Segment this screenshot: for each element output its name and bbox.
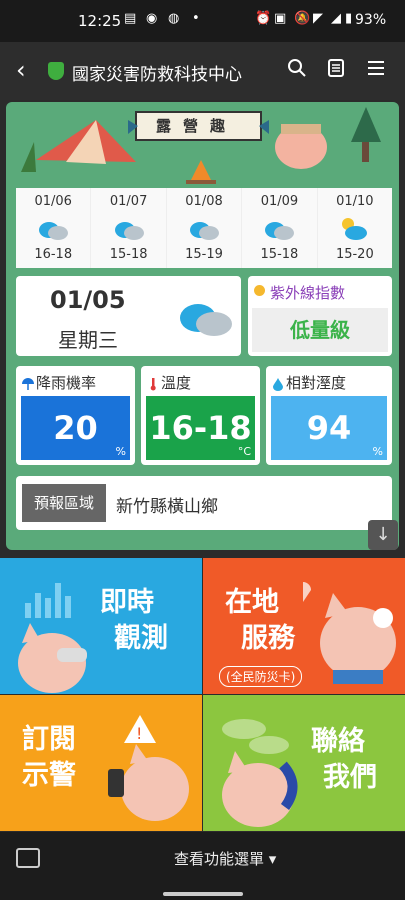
page-title: 國家災害防救科技中心 — [72, 65, 242, 85]
cloudy-icon — [91, 215, 165, 243]
status-time: 12:25 — [78, 12, 122, 30]
svg-text:!: ! — [136, 724, 142, 743]
mascot-headset-icon — [303, 582, 396, 684]
forecast-date: 01/08 — [185, 194, 223, 209]
weather-card: 露營趣 01/06 16-18 01/07 15-18 01/08 15-19 … — [6, 102, 399, 550]
temp-unit: °C — [237, 445, 251, 458]
rain-value-box: 20 % — [21, 396, 130, 460]
search-icon[interactable] — [285, 58, 309, 82]
sun-icon — [254, 285, 265, 296]
area-place: 新竹縣橫山鄉 — [116, 497, 218, 517]
today-panel: 01/05 星期三 — [16, 276, 241, 356]
bar-graphic-icon — [25, 583, 71, 618]
forecast-day[interactable]: 01/06 16-18 — [16, 188, 92, 268]
humidity-label: 相對溼度 — [286, 374, 347, 392]
uv-header: 紫外線指數 — [248, 276, 392, 306]
forecast-date: 01/10 — [336, 194, 374, 209]
temp-label: 溫度 — [161, 374, 192, 392]
forecast-date: 01/07 — [109, 194, 148, 209]
today-weekday: 星期三 — [58, 328, 118, 352]
tile-line2: 我們 — [323, 762, 377, 793]
rain-label: 降雨機率 — [36, 374, 97, 392]
wifi-icon: ◤ — [313, 11, 323, 26]
temperature-panel: 溫度 16-18 °C — [141, 366, 260, 465]
cloudy-icon — [180, 304, 232, 336]
humidity-value: 94 — [306, 409, 352, 447]
scroll-down-icon[interactable]: ↓ — [368, 520, 398, 550]
uv-label: 紫外線指數 — [270, 284, 346, 302]
line-icon: ◍ — [168, 11, 180, 26]
bottom-bar: 查看功能選單 ▾ — [0, 832, 405, 900]
contact-us-tile[interactable]: 聯絡 我們 — [203, 695, 405, 831]
rain-value: 20 — [53, 409, 98, 447]
realtime-observation-tile[interactable]: 即時 觀測 — [0, 558, 202, 694]
mascot-alert-icon: ! — [108, 715, 189, 821]
function-menu-button[interactable]: 查看功能選單 ▾ — [174, 848, 276, 869]
nfc-icon: ▣ — [274, 11, 287, 26]
forecast-date: 01/06 — [34, 194, 72, 209]
temp-value-box: 16-18 °C — [146, 396, 255, 460]
humidity-value-box: 94 % — [271, 396, 387, 460]
shield-icon — [48, 62, 64, 80]
forecast-day[interactable]: 01/07 15-18 — [91, 188, 167, 268]
back-arrow-icon[interactable]: ‹ — [16, 56, 26, 84]
mute-icon: 🔕 — [294, 11, 311, 26]
area-tag: 預報區域 — [22, 484, 106, 522]
camping-banner: 露營趣 — [6, 102, 399, 188]
alarm-icon: ⏰ — [255, 11, 272, 26]
tile-line2: 觀測 — [114, 623, 168, 654]
reader-icon[interactable] — [324, 58, 348, 82]
droplet-icon — [271, 376, 285, 395]
cloudy-icon — [167, 215, 241, 243]
home-indicator — [163, 892, 243, 896]
rain-unit: % — [115, 445, 126, 458]
umbrella-icon — [21, 376, 35, 395]
humidity-panel: 相對溼度 94 % — [266, 366, 392, 465]
cloudy-icon — [16, 215, 90, 243]
status-bar: 12:25 ▤ ◉ ◍ • ⏰ ▣ 🔕 ◤ ◢ ▮ 93% — [0, 0, 405, 42]
messenger-icon: ◉ — [146, 11, 158, 26]
forecast-row: 01/06 16-18 01/07 15-18 01/08 15-19 01/0… — [16, 188, 393, 268]
mascot-binoculars-icon — [18, 623, 87, 693]
dot-icon: • — [192, 11, 200, 26]
battery-icon: ▮ — [345, 11, 353, 26]
uv-index-panel: 紫外線指數 低量級 — [248, 276, 392, 356]
subscribe-alert-tile[interactable]: 訂閱 示警 ! — [0, 695, 202, 831]
forecast-day[interactable]: 01/10 15-20 — [317, 188, 393, 268]
tile-line1: 聯絡 — [311, 726, 365, 757]
banner-title: 露營趣 — [156, 117, 238, 135]
partly-sunny-icon — [318, 215, 392, 243]
tile-line1: 訂閱 — [22, 724, 76, 755]
forecast-range: 15-20 — [335, 247, 374, 262]
signal-icon: ◢ — [331, 11, 341, 26]
notification-icon: ▤ — [124, 11, 137, 26]
tile-line1: 即時 — [100, 587, 154, 618]
forecast-day[interactable]: 01/08 15-19 — [166, 188, 243, 268]
tile-line1: 在地 — [225, 587, 279, 618]
thermometer-icon — [146, 376, 160, 395]
humidity-unit: % — [372, 445, 383, 458]
forecast-range: 15-19 — [185, 247, 223, 262]
keyboard-icon[interactable] — [16, 848, 40, 868]
mascot-phone-icon — [222, 751, 298, 827]
tile-line2: 服務 — [241, 623, 295, 654]
forecast-date: 01/09 — [260, 194, 299, 209]
forecast-range: 15-18 — [109, 247, 148, 262]
uv-value: 低量級 — [252, 308, 388, 352]
rain-probability-panel: 降雨機率 20 % — [16, 366, 135, 465]
cloudy-icon — [242, 215, 316, 243]
forecast-area[interactable]: 預報區域 新竹縣橫山鄉 — [16, 476, 392, 530]
forecast-day[interactable]: 01/09 15-18 — [242, 188, 318, 268]
tile-line2: 示警 — [22, 760, 76, 791]
forecast-range: 15-18 — [260, 247, 299, 262]
battery-percent: 93% — [355, 12, 387, 28]
function-grid: 即時 觀測 在地 服務 (全民防災卡) 訂閱 示警 ! 聯絡 我們 — [0, 558, 405, 831]
app-bar: ‹ 國家災害防救科技中心 — [0, 42, 405, 100]
today-date: 01/05 — [50, 286, 126, 314]
local-service-tile[interactable]: 在地 服務 (全民防災卡) — [203, 558, 405, 694]
temp-value: 16-18 — [149, 409, 252, 447]
tile-sub: (全民防災卡) — [219, 666, 303, 687]
forecast-range: 16-18 — [34, 247, 73, 262]
menu-icon[interactable] — [364, 58, 388, 82]
